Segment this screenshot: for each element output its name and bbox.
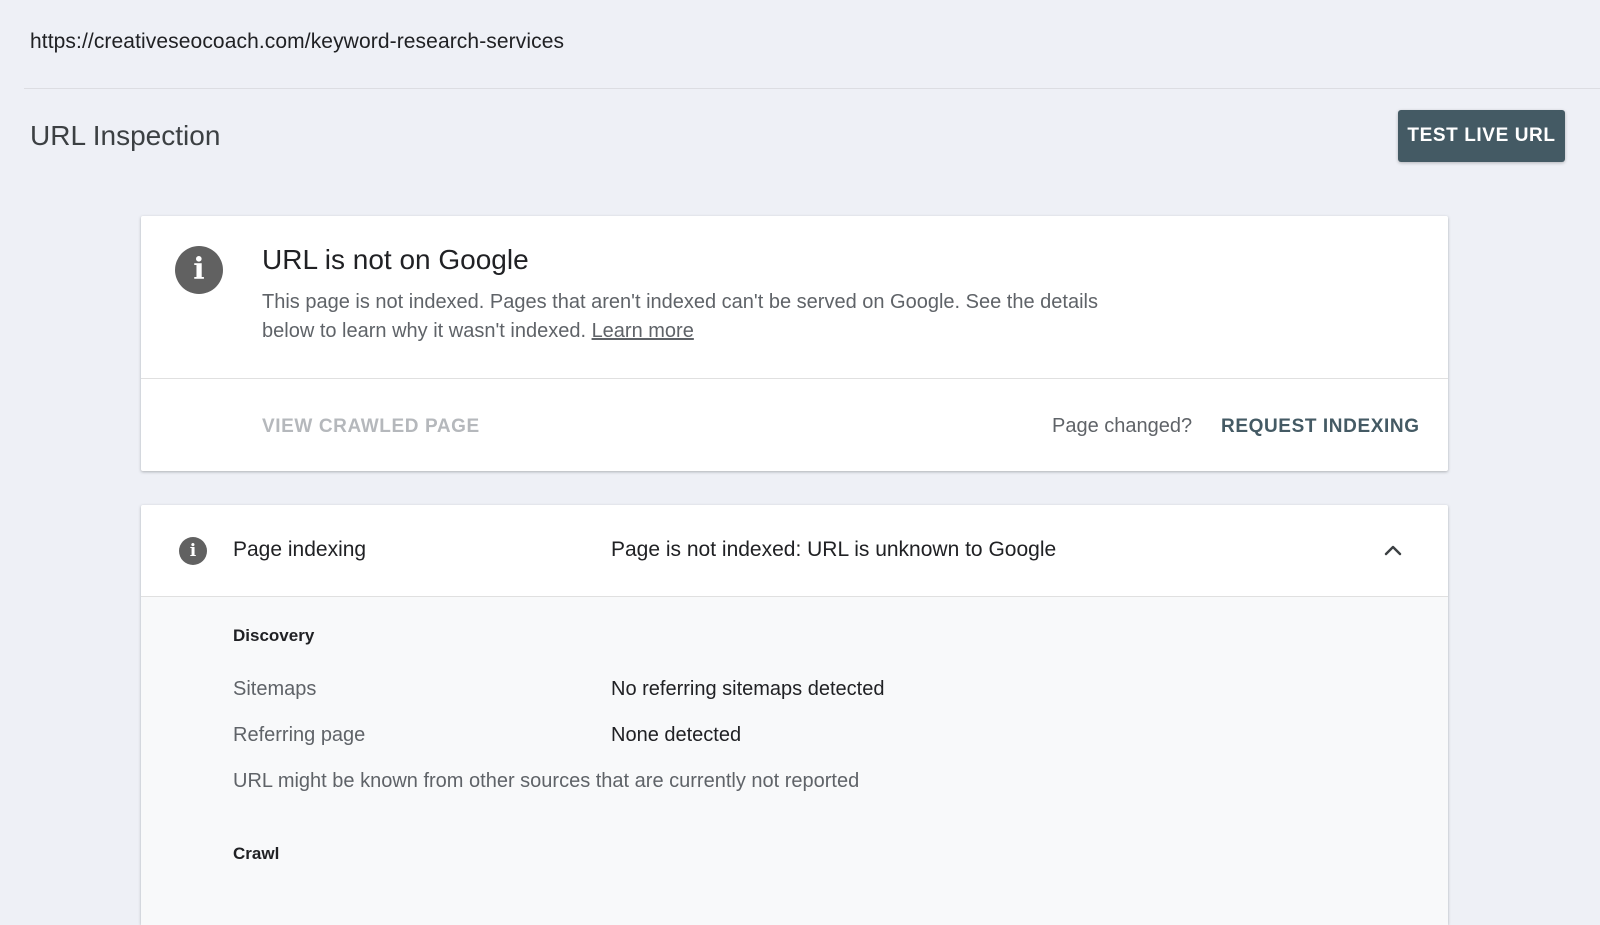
page-indexing-card: i Page indexing Page is not indexed: URL… <box>141 505 1448 925</box>
sitemaps-value: No referring sitemaps detected <box>611 678 885 700</box>
page-indexing-status: Page is not indexed: URL is unknown to G… <box>611 538 1057 561</box>
page-changed-label: Page changed? <box>1052 415 1193 437</box>
discovery-note: URL might be known from other sources th… <box>233 770 860 792</box>
info-icon: i <box>175 246 223 294</box>
url-bar: https://creativeseocoach.com/keyword-res… <box>24 0 1600 89</box>
request-indexing-button[interactable]: REQUEST INDEXING <box>1221 416 1420 438</box>
status-card: i URL is not on Google This page is not … <box>141 216 1448 471</box>
status-title: URL is not on Google <box>262 244 529 275</box>
status-card-divider <box>141 378 1448 379</box>
crawl-heading: Crawl <box>233 844 280 863</box>
page-indexing-details: Discovery Sitemaps No referring sitemaps… <box>141 597 1448 925</box>
inspected-url[interactable]: https://creativeseocoach.com/keyword-res… <box>30 30 564 54</box>
chevron-up-icon[interactable] <box>1383 543 1403 557</box>
test-live-url-button[interactable]: TEST LIVE URL <box>1398 110 1565 162</box>
learn-more-link[interactable]: Learn more <box>592 320 694 342</box>
sitemaps-label: Sitemaps <box>233 678 317 700</box>
referring-page-label: Referring page <box>233 724 366 746</box>
page-title: URL Inspection <box>30 120 221 151</box>
referring-page-value: None detected <box>611 724 742 746</box>
page-indexing-label: Page indexing <box>233 538 367 561</box>
discovery-heading: Discovery <box>233 626 315 645</box>
view-crawled-page-button[interactable]: VIEW CRAWLED PAGE <box>262 416 480 438</box>
page-indexing-header[interactable]: i Page indexing Page is not indexed: URL… <box>141 505 1448 597</box>
status-description: This page is not indexed. Pages that are… <box>262 288 1102 346</box>
info-icon: i <box>179 537 207 565</box>
